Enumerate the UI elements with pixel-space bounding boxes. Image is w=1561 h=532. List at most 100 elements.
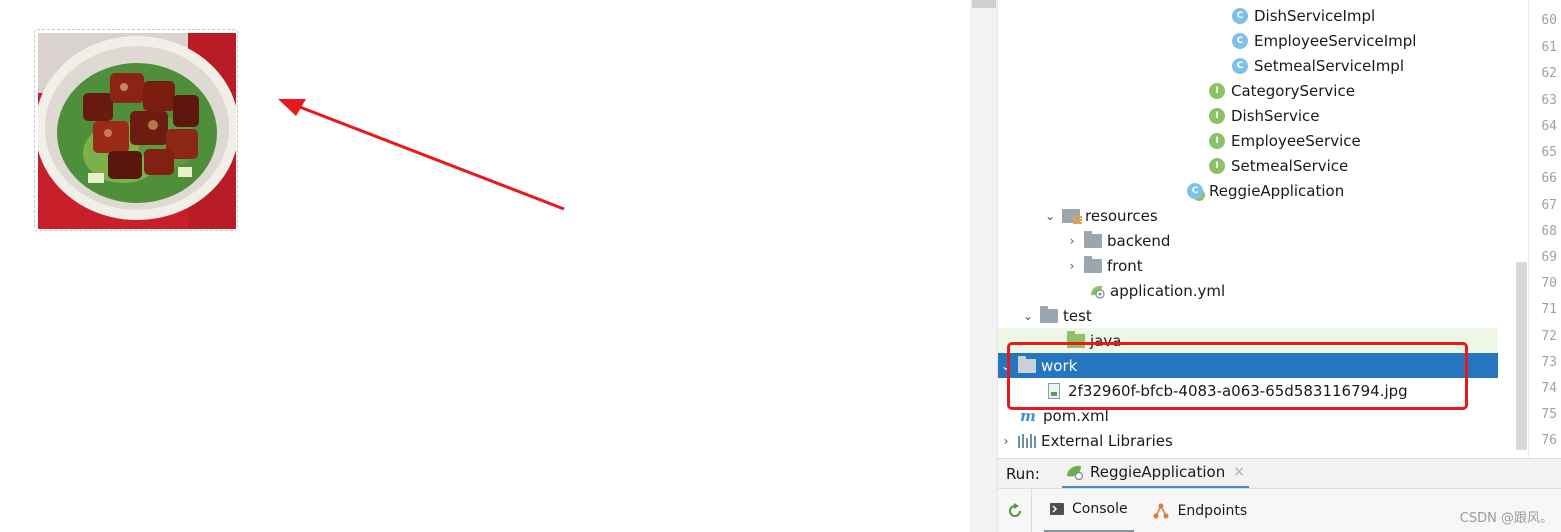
- tree-item-work[interactable]: ⌄ work: [998, 353, 1498, 378]
- line-number: 67: [1541, 198, 1557, 213]
- tree-item-test[interactable]: ⌄ test: [998, 303, 1498, 328]
- line-number: 68: [1541, 224, 1557, 239]
- run-tool-window-header: Run: ReggieApplication ×: [998, 458, 1561, 489]
- maven-icon: m: [1020, 406, 1036, 425]
- line-number: 66: [1541, 171, 1557, 186]
- folder-icon: [1084, 230, 1102, 248]
- interface-icon: I: [1209, 107, 1225, 124]
- tree-item-label: ReggieApplication: [1209, 181, 1345, 200]
- line-number: 73: [1541, 355, 1557, 370]
- class-icon: C: [1232, 32, 1248, 49]
- tree-item-label: EmployeeService: [1231, 131, 1361, 150]
- console-icon: [1050, 503, 1064, 515]
- tree-item-label: test: [1063, 306, 1092, 325]
- tree-item-label: SetmealServiceImpl: [1254, 56, 1404, 75]
- tree-item-uploaded-jpg[interactable]: 2f32960f-bfcb-4083-a063-65d583116794.jpg: [998, 378, 1498, 403]
- tree-item-setmealservice[interactable]: I SetmealService: [998, 153, 1498, 178]
- ide-project-panel: C DishServiceImpl C EmployeeServiceImpl …: [970, 0, 1561, 532]
- libraries-icon: [1018, 433, 1036, 448]
- chevron-down-icon[interactable]: ⌄: [1020, 303, 1036, 328]
- tree-item-label: DishService: [1231, 106, 1320, 125]
- folder-icon: [1018, 355, 1036, 373]
- chevron-right-icon[interactable]: ›: [1064, 253, 1080, 278]
- tree-item-java[interactable]: java: [998, 328, 1498, 353]
- braised-pork-dish-photo: [38, 33, 236, 229]
- chevron-down-icon[interactable]: ⌄: [998, 353, 1014, 378]
- line-number: 72: [1541, 329, 1557, 344]
- class-icon: C: [1232, 7, 1248, 24]
- folder-icon: [1040, 305, 1058, 323]
- class-icon: C: [1232, 57, 1248, 74]
- tree-item-label: backend: [1107, 231, 1171, 250]
- tree-item-reggieapplication[interactable]: C ReggieApplication: [998, 178, 1498, 203]
- line-number: 65: [1541, 145, 1557, 160]
- line-number-gutter: 60 61 62 63 64 65 66 67 68 69 70 71 72 7…: [1528, 0, 1561, 458]
- run-tab-label: ReggieApplication: [1090, 463, 1226, 481]
- rerun-button[interactable]: [998, 488, 1032, 532]
- line-number: 62: [1541, 66, 1557, 81]
- tree-item-label: 2f32960f-bfcb-4083-a063-65d583116794.jpg: [1068, 381, 1408, 400]
- run-tab-reggieapplication[interactable]: ReggieApplication ×: [1062, 459, 1249, 489]
- chevron-down-icon[interactable]: ⌄: [1042, 203, 1058, 228]
- test-folder-icon: [1067, 330, 1085, 348]
- tree-item-pom-xml[interactable]: m pom.xml: [998, 403, 1498, 428]
- resources-folder-icon: [1062, 208, 1082, 224]
- line-number: 69: [1541, 250, 1557, 265]
- tab-console-label: Console: [1072, 501, 1128, 517]
- tab-endpoints-label: Endpoints: [1177, 502, 1248, 519]
- line-number: 64: [1541, 119, 1557, 134]
- run-label: Run:: [1006, 464, 1040, 483]
- chevron-right-icon[interactable]: ›: [1064, 228, 1080, 253]
- tree-item-label: CategoryService: [1231, 81, 1355, 100]
- tree-item-label: work: [1041, 356, 1078, 375]
- tree-item-application-yml[interactable]: application.yml: [998, 278, 1498, 303]
- tree-item-dishserviceimpl[interactable]: C DishServiceImpl: [998, 3, 1498, 28]
- image-file-icon: [1048, 382, 1060, 399]
- yml-file-icon: [1091, 285, 1105, 299]
- tree-item-employeeservice[interactable]: I EmployeeService: [998, 128, 1498, 153]
- spring-boot-class-icon: C: [1187, 182, 1203, 199]
- tree-item-label: java: [1090, 331, 1122, 350]
- tree-item-label: resources: [1085, 206, 1158, 225]
- tree-item-front[interactable]: › front: [998, 253, 1498, 278]
- tree-item-dishservice[interactable]: I DishService: [998, 103, 1498, 128]
- tree-item-label: DishServiceImpl: [1254, 6, 1376, 25]
- tree-item-setmealserviceimpl[interactable]: C SetmealServiceImpl: [998, 53, 1498, 78]
- tree-item-label: EmployeeServiceImpl: [1254, 31, 1417, 50]
- uploaded-image-preview[interactable]: [34, 29, 238, 231]
- tree-item-label: External Libraries: [1041, 431, 1173, 450]
- line-number: 60: [1541, 13, 1557, 28]
- tree-item-categoryservice[interactable]: I CategoryService: [998, 78, 1498, 103]
- line-number: 71: [1541, 302, 1557, 317]
- tab-endpoints[interactable]: Endpoints: [1146, 489, 1254, 532]
- rerun-icon: [1008, 502, 1021, 517]
- project-tree: C DishServiceImpl C EmployeeServiceImpl …: [998, 0, 1498, 458]
- tree-item-label: SetmealService: [1231, 156, 1349, 175]
- chevron-right-icon[interactable]: ›: [998, 428, 1014, 453]
- tab-console[interactable]: Console: [1044, 489, 1134, 532]
- endpoints-icon: [1153, 503, 1169, 518]
- interface-icon: I: [1209, 157, 1225, 174]
- line-number: 75: [1541, 407, 1557, 422]
- tree-item-label: pom.xml: [1043, 406, 1109, 425]
- csdn-watermark: CSDN @跟风。: [1459, 511, 1553, 526]
- tree-item-external-libraries[interactable]: › External Libraries: [998, 428, 1498, 453]
- red-arrow-annotation: [278, 99, 565, 211]
- screenshot-root: C DishServiceImpl C EmployeeServiceImpl …: [0, 0, 1561, 532]
- line-number: 61: [1541, 40, 1557, 55]
- interface-icon: I: [1209, 82, 1225, 99]
- close-icon[interactable]: ×: [1233, 464, 1245, 480]
- spring-boot-icon: [1067, 465, 1084, 480]
- tree-item-backend[interactable]: › backend: [998, 228, 1498, 253]
- tree-item-label: front: [1107, 256, 1143, 275]
- folder-icon: [1084, 255, 1102, 273]
- tree-item-employeeserviceimpl[interactable]: C EmployeeServiceImpl: [998, 28, 1498, 53]
- line-number: 76: [1541, 433, 1557, 448]
- ide-tool-strip: [970, 0, 998, 532]
- tree-item-label: application.yml: [1110, 281, 1226, 300]
- interface-icon: I: [1209, 132, 1225, 149]
- tree-scrollbar[interactable]: [1516, 262, 1527, 450]
- line-number: 74: [1541, 381, 1557, 396]
- tree-item-resources[interactable]: ⌄ resources: [998, 203, 1498, 228]
- line-number: 63: [1541, 93, 1557, 108]
